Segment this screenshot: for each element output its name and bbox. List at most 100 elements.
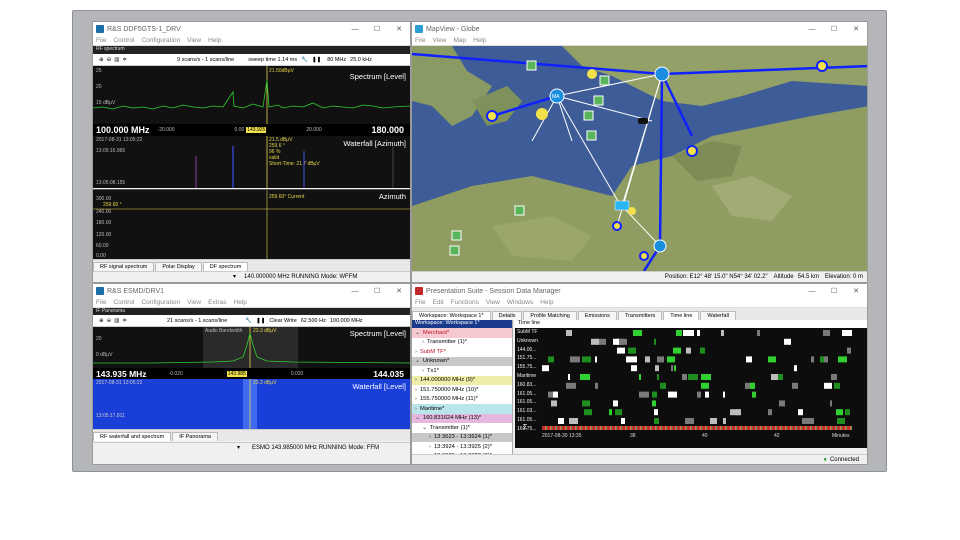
mode-select[interactable]: Clear Write xyxy=(269,318,296,324)
menu-file[interactable]: File xyxy=(415,37,425,44)
minimize-icon[interactable]: — xyxy=(801,288,823,295)
minimize-icon[interactable]: — xyxy=(801,26,823,33)
menu-help[interactable]: Help xyxy=(208,37,221,44)
menu-control[interactable]: Control xyxy=(113,299,134,306)
panorama-spectrum[interactable]: 20 0 dBμV Audio Bandwidth 23.3 dBμV Spec… xyxy=(93,327,410,368)
minimize-icon[interactable]: — xyxy=(344,26,366,33)
menu-help[interactable]: Help xyxy=(234,299,247,306)
menu-file[interactable]: File xyxy=(415,299,425,306)
chevron-right-icon[interactable]: › xyxy=(422,368,424,374)
map-canvas[interactable]: MA xyxy=(412,46,868,271)
tab-details[interactable]: Details xyxy=(491,311,523,320)
chevron-right-icon[interactable]: › xyxy=(429,434,431,440)
chevron-right-icon[interactable]: › xyxy=(429,444,431,450)
menu-view[interactable]: View xyxy=(486,299,500,306)
menu-map[interactable]: Map xyxy=(453,37,466,44)
maximize-icon[interactable]: ☐ xyxy=(366,25,388,33)
tab-transmitters[interactable]: Transmitters xyxy=(617,311,663,320)
tab-rf-waterfall[interactable]: RF waterfall and spectrum xyxy=(93,432,172,441)
chevron-right-icon[interactable]: › xyxy=(422,339,424,345)
tree-item[interactable]: › 144.000000 MHz (9)* xyxy=(412,375,512,385)
tree-item[interactable]: ⌄ Unknown* xyxy=(412,356,512,366)
waterfall-display[interactable]: 2017-08-31 13:05:22 13:05:16.965 13:05:0… xyxy=(93,136,410,188)
align-icon[interactable]: ≑ xyxy=(122,318,127,324)
menu-configuration[interactable]: Configuration xyxy=(141,299,180,306)
menu-windows[interactable]: Windows xyxy=(507,299,533,306)
tree-item[interactable]: › 13:3623 - 13:3624 (1)* xyxy=(412,432,512,442)
tree-item[interactable]: ⌄ 160.831624 MHz (13)* xyxy=(412,413,512,423)
zoom-in-icon[interactable]: ⊕ xyxy=(99,57,104,63)
menu-help[interactable]: Help xyxy=(540,299,553,306)
tab-profile-matching[interactable]: Profile Matching xyxy=(523,311,577,320)
menu-view[interactable]: View xyxy=(187,299,201,306)
pause-icon[interactable]: ❚❚ xyxy=(256,318,265,324)
tab-emissions[interactable]: Emissions xyxy=(577,311,617,320)
menu-view[interactable]: View xyxy=(187,37,201,44)
chevron-right-icon[interactable]: › xyxy=(415,396,417,402)
align-icon[interactable]: ≑ xyxy=(122,57,127,63)
tree-item[interactable]: › SubM TF* xyxy=(412,347,512,357)
title-bar[interactable]: R&S ESMD/DRV1 — ☐ ✕ xyxy=(93,284,410,298)
chevron-right-icon[interactable]: › xyxy=(415,377,417,383)
menu-edit[interactable]: Edit xyxy=(432,299,443,306)
tree-item[interactable]: ⌄ Merchant* xyxy=(412,328,512,338)
tree-item[interactable]: ⌄ Transmitter (1)* xyxy=(412,423,512,433)
minimize-icon[interactable]: — xyxy=(344,288,366,295)
maximize-icon[interactable]: ☐ xyxy=(366,287,388,295)
tree-item[interactable]: › 13:3924 - 13:3925 (2)* xyxy=(412,442,512,452)
chevron-down-icon[interactable]: ⌄ xyxy=(422,425,427,431)
wrench-icon[interactable]: 🔧 xyxy=(301,57,308,63)
close-icon[interactable]: ✕ xyxy=(388,25,410,33)
bars-icon[interactable]: ▥ xyxy=(114,318,119,324)
menu-control[interactable]: Control xyxy=(113,37,134,44)
title-bar[interactable]: MapView - Globe — ☐ ✕ xyxy=(412,22,867,36)
wrench-icon[interactable]: 🔧 xyxy=(245,318,252,324)
tree-item[interactable]: › 151.750000 MHz (10)* xyxy=(412,385,512,395)
title-bar[interactable]: R&S DDF5GTS-1_DRV — ☐ ✕ xyxy=(93,22,410,36)
status-dropdown-icon[interactable]: ▾ xyxy=(233,273,236,280)
menu-configuration[interactable]: Configuration xyxy=(141,37,180,44)
bandwidth-select[interactable]: 62.500 Hz xyxy=(301,318,326,324)
title-bar[interactable]: Presentation Suite - Session Data Manage… xyxy=(412,284,867,298)
close-icon[interactable]: ✕ xyxy=(388,287,410,295)
status-dropdown-icon[interactable]: ▾ xyxy=(237,444,240,451)
zoom-out-icon[interactable]: ⊖ xyxy=(107,57,112,63)
close-icon[interactable]: ✕ xyxy=(845,287,867,295)
menu-extras[interactable]: Extras xyxy=(208,299,226,306)
bars-icon[interactable]: ▥ xyxy=(114,57,119,63)
tree-item[interactable]: › Maritime* xyxy=(412,404,512,414)
menu-view[interactable]: View xyxy=(432,37,446,44)
pause-icon[interactable]: ❚❚ xyxy=(312,57,321,63)
tab-workspace[interactable]: Workspace: Workspace 1* xyxy=(412,311,491,320)
center-frequency[interactable]: 143.985 xyxy=(226,370,247,377)
menu-functions[interactable]: Functions xyxy=(451,299,479,306)
menu-help[interactable]: Help xyxy=(473,37,486,44)
close-icon[interactable]: ✕ xyxy=(845,25,867,33)
zoom-in-icon[interactable]: ⊕ xyxy=(99,318,104,324)
azimuth-display[interactable]: 300.00 240.00 180.00 120.00 60.00 0.00 A… xyxy=(93,189,410,259)
tab-polar-display[interactable]: Polar Display xyxy=(155,262,202,271)
tab-if-panorama[interactable]: IF Panorama xyxy=(172,432,218,441)
maximize-icon[interactable]: ☐ xyxy=(823,25,845,33)
chevron-down-icon[interactable]: ⌄ xyxy=(415,330,420,336)
center-frequency[interactable]: 143.925 xyxy=(246,127,267,133)
resolution-select[interactable]: 25.0 kHz xyxy=(350,57,372,63)
menu-file[interactable]: File xyxy=(96,37,106,44)
level-waterfall[interactable]: 2017-08-31 13:05:22 13:05:17.811 23.3 dB… xyxy=(93,379,410,429)
tab-time-line[interactable]: Time line xyxy=(663,311,700,320)
maximize-icon[interactable]: ☐ xyxy=(823,287,845,295)
timeline-panel[interactable]: Time line SubM TF Unknown 144.00... 151.75.… xyxy=(515,320,867,448)
tab-rf-signal-spectrum[interactable]: RF signal spectrum xyxy=(93,262,155,271)
chevron-right-icon[interactable]: › xyxy=(415,349,417,355)
tree-item[interactable]: › 155.750000 MHz (11)* xyxy=(412,395,512,405)
chevron-down-icon[interactable]: ⌄ xyxy=(415,415,420,421)
menu-file[interactable]: File xyxy=(96,299,106,306)
chevron-right-icon[interactable]: › xyxy=(415,406,417,412)
chevron-down-icon[interactable]: ⌄ xyxy=(415,358,420,364)
spectrum-display[interactable]: 25 20 15 dBμV Spectrum [Level] 21.50dBμV xyxy=(93,66,410,124)
tab-df-spectrum[interactable]: DF spectrum xyxy=(202,262,249,271)
chevron-right-icon[interactable]: › xyxy=(415,387,417,393)
tree-item[interactable]: › Tx1* xyxy=(412,366,512,376)
bandwidth-select[interactable]: 80 MHz xyxy=(327,57,346,63)
span-select[interactable]: 100.000 MHz xyxy=(330,318,363,324)
